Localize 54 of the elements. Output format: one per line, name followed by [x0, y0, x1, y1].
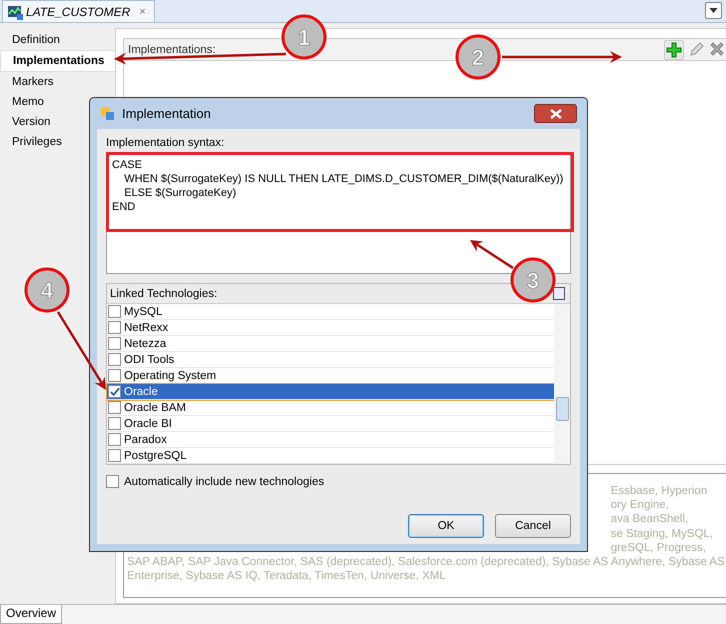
add-button[interactable] — [664, 40, 684, 60]
close-icon — [550, 108, 562, 118]
checkbox-label: Automatically include new technologies — [124, 476, 324, 488]
horizontal-scrollbar[interactable] — [62, 605, 726, 624]
checkbox[interactable] — [108, 353, 121, 366]
checkbox[interactable] — [108, 401, 121, 414]
cubes-icon — [100, 106, 116, 122]
technology-row[interactable]: Oracle BAM — [107, 400, 554, 416]
nav-tab[interactable]: Implementations — [0, 50, 115, 72]
chart-icon — [7, 4, 23, 20]
linked-label: Linked Technologies: — [110, 288, 218, 300]
code-text: CASE WHEN $(SurrogateKey) IS NULL THEN LATE_DIMS.D_CUSTOMER_DIM($(NaturalKey)) ELSE $(SurrogateKey) END — [112, 158, 564, 214]
caret-icon — [709, 8, 718, 13]
technology-row[interactable]: Netezza — [107, 336, 554, 352]
tab-title: LATE_CUSTOMER — [26, 4, 130, 18]
checkbox[interactable] — [108, 385, 121, 398]
technologies-text: se Staging, MySQL, — [610, 526, 714, 541]
checkbox[interactable] — [108, 417, 121, 430]
technology-row[interactable]: Oracle BI — [107, 416, 554, 432]
checkbox[interactable] — [106, 475, 119, 488]
close-tab-button[interactable]: × — [139, 6, 146, 18]
section-label: Implementations: — [128, 44, 216, 56]
dialog-button[interactable]: Cancel — [495, 514, 571, 538]
close-button[interactable] — [534, 104, 577, 123]
select-button[interactable] — [553, 287, 565, 300]
technology-row[interactable]: ODI Tools — [107, 352, 554, 368]
technologies-text: ava BeanShell, — [610, 512, 690, 527]
list-scrollbar[interactable] — [554, 304, 570, 464]
technology-row[interactable]: NetRexx — [107, 320, 554, 336]
checkbox[interactable] — [108, 449, 121, 462]
checkbox[interactable] — [108, 321, 121, 334]
dialog-title: Implementation — [122, 106, 212, 121]
syntax-label: Implementation syntax: — [106, 137, 226, 149]
delete-icon[interactable] — [708, 40, 726, 58]
technologies-text: SAP ABAP, SAP Java Connector, SAS (deprecated), Salesforce.com (deprecated), Sybase AS Anywhere, Sybase AS — [127, 555, 725, 570]
technology-row[interactable]: PostgreSQL — [107, 448, 554, 464]
checkbox[interactable] — [108, 337, 121, 350]
nav-tab[interactable]: Definition — [0, 30, 115, 50]
editor-tab[interactable]: LATE_CUSTOMER × — [2, 0, 155, 22]
dialog-button[interactable]: OK — [408, 514, 484, 538]
technologies-text: Essbase, Hyperion — [610, 484, 708, 498]
technology-row[interactable]: Paradox — [107, 432, 554, 448]
technology-row[interactable]: Oracle — [107, 384, 554, 400]
technology-row[interactable]: MySQL — [107, 304, 554, 320]
technologies-text: greSQL, Progress, — [610, 540, 707, 556]
syntax-field[interactable]: CASE WHEN $(SurrogateKey) IS NULL THEN LATE_DIMS.D_CUSTOMER_DIM($(NaturalKey)) ELSE $(SurrogateKey) END — [106, 152, 571, 274]
overview-tab[interactable]: Overview — [0, 605, 62, 624]
checkbox[interactable] — [108, 305, 121, 318]
checkbox[interactable] — [108, 433, 121, 446]
checkbox[interactable] — [108, 369, 121, 382]
technologies-text: Enterprise, Sybase AS IQ, Teradata, TimesTen, Universe, XML — [127, 569, 447, 584]
technologies-text: ory Engine, — [610, 498, 670, 512]
nav-tab[interactable]: Markers — [0, 72, 115, 92]
dropdown-button[interactable] — [705, 2, 722, 19]
